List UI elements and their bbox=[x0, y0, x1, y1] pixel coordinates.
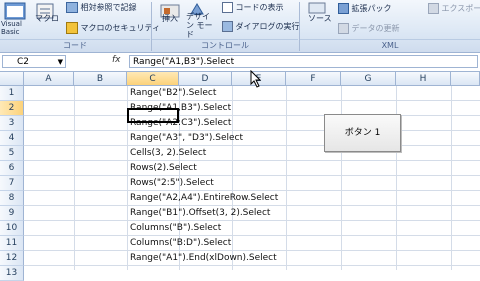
name-box[interactable]: C2 ▼ bbox=[2, 55, 66, 68]
column-header-a[interactable]: A bbox=[24, 72, 74, 86]
row-header[interactable]: 11 bbox=[0, 236, 24, 251]
cell-c12[interactable]: Range("A1").End(xlDown).Select bbox=[129, 251, 277, 266]
formula-bar: C2 ▼ fx Range("A1,B3").Select bbox=[0, 53, 480, 72]
row-header[interactable]: 13 bbox=[0, 266, 24, 281]
gridline bbox=[451, 86, 452, 270]
gridline bbox=[24, 160, 480, 161]
relative-reference-icon bbox=[66, 2, 78, 13]
warning-icon bbox=[66, 22, 78, 34]
mouse-pointer-icon bbox=[250, 70, 262, 88]
view-code-icon bbox=[222, 2, 233, 13]
row-header[interactable]: 8 bbox=[0, 191, 24, 206]
group-xml-label: XML bbox=[300, 39, 480, 52]
row-header[interactable]: 1 bbox=[0, 86, 24, 101]
macro-label: マクロ bbox=[35, 14, 59, 23]
macro-security-button[interactable]: マクロのセキュリティ bbox=[66, 22, 160, 34]
cell-c7[interactable]: Rows("2:5").Select bbox=[129, 176, 214, 191]
gridline bbox=[286, 86, 287, 270]
developer-ribbon: Visual Basic マクロ 相対参照で記録 マクロのセキュリティ コード … bbox=[0, 0, 480, 53]
refresh-data-label: データの更新 bbox=[351, 24, 400, 33]
cell-c8[interactable]: Range("A2,A4").EntireRow.Select bbox=[129, 191, 278, 206]
expansion-pack-button[interactable]: 拡張パック bbox=[338, 3, 392, 14]
export-icon bbox=[428, 3, 439, 14]
column-header-b[interactable]: B bbox=[74, 72, 127, 86]
export-label: エクスポー bbox=[441, 4, 480, 13]
visual-basic-button[interactable] bbox=[3, 2, 27, 20]
view-code-label: コードの表示 bbox=[235, 3, 284, 12]
gridline bbox=[232, 86, 233, 270]
row-header[interactable]: 12 bbox=[0, 251, 24, 266]
run-dialog-label: ダイアログの実行 bbox=[235, 22, 300, 31]
formula-input[interactable]: Range("A1,B3").Select bbox=[129, 55, 478, 68]
visual-basic-icon bbox=[4, 2, 26, 20]
form-button-1[interactable]: ボタン 1 bbox=[324, 114, 401, 152]
row-header[interactable]: 7 bbox=[0, 176, 24, 191]
row-header[interactable]: 5 bbox=[0, 146, 24, 161]
refresh-icon bbox=[338, 23, 349, 34]
gridline bbox=[24, 175, 480, 176]
row-header[interactable]: 3 bbox=[0, 116, 24, 131]
column-header-h[interactable]: H bbox=[396, 72, 451, 86]
insert-function-button[interactable]: fx bbox=[112, 55, 121, 65]
gridline bbox=[24, 100, 480, 101]
row-header[interactable]: 10 bbox=[0, 221, 24, 236]
column-header-d[interactable]: D bbox=[179, 72, 232, 86]
cell-c10[interactable]: Columns("B").Select bbox=[129, 221, 221, 236]
view-code-button[interactable]: コードの表示 bbox=[222, 2, 284, 13]
visual-basic-label: Visual Basic bbox=[1, 20, 22, 36]
macro-security-label: マクロのセキュリティ bbox=[80, 23, 161, 33]
gridline bbox=[24, 235, 480, 236]
gridline bbox=[24, 130, 480, 131]
export-button[interactable]: エクスポー bbox=[428, 3, 480, 14]
gridline bbox=[74, 86, 75, 270]
row-header[interactable]: 6 bbox=[0, 161, 24, 176]
gridline bbox=[24, 145, 480, 146]
cell-c1[interactable]: Range("B2").Select bbox=[129, 86, 216, 101]
refresh-data-button[interactable]: データの更新 bbox=[338, 23, 400, 34]
name-box-value: C2 bbox=[17, 57, 30, 67]
row-header[interactable]: 4 bbox=[0, 131, 24, 146]
active-cell-cursor bbox=[127, 108, 179, 123]
run-dialog-icon bbox=[222, 21, 233, 32]
cell-c6[interactable]: Rows(2).Select bbox=[129, 161, 197, 176]
row-header[interactable]: 9 bbox=[0, 206, 24, 221]
relative-reference-label: 相対参照で記録 bbox=[80, 3, 137, 12]
column-header-i[interactable] bbox=[451, 72, 480, 86]
chevron-down-icon[interactable]: ▼ bbox=[58, 56, 63, 69]
design-mode-label: デザイン モード bbox=[186, 12, 213, 39]
insert-label: 挿入 bbox=[162, 14, 178, 23]
select-all-corner[interactable] bbox=[0, 72, 24, 86]
expansion-pack-icon bbox=[338, 3, 349, 14]
group-control-label: コントロール bbox=[152, 39, 298, 52]
expansion-pack-label: 拡張パック bbox=[351, 4, 392, 13]
column-header-g[interactable]: G bbox=[341, 72, 396, 86]
gridline bbox=[24, 115, 480, 116]
worksheet-grid[interactable]: A B C D E F G H 1 2 3 4 5 6 7 8 9 10 11 … bbox=[0, 72, 480, 281]
cell-c11[interactable]: Columns("B:D").Select bbox=[129, 236, 231, 251]
group-code-label: コード bbox=[0, 39, 150, 52]
cell-c4[interactable]: Range("A3", "D3").Select bbox=[129, 131, 243, 146]
column-header-c[interactable]: C bbox=[127, 72, 179, 86]
source-label: ソース bbox=[308, 14, 332, 23]
row-header[interactable]: 2 bbox=[0, 101, 24, 116]
run-dialog-button[interactable]: ダイアログの実行 bbox=[222, 21, 300, 32]
column-header-f[interactable]: F bbox=[286, 72, 341, 86]
relative-reference-button[interactable]: 相対参照で記録 bbox=[66, 2, 137, 13]
cell-c9[interactable]: Range("B1").Offset(3, 2).Select bbox=[129, 206, 270, 221]
cell-c5[interactable]: Cells(3, 2).Select bbox=[129, 146, 206, 161]
